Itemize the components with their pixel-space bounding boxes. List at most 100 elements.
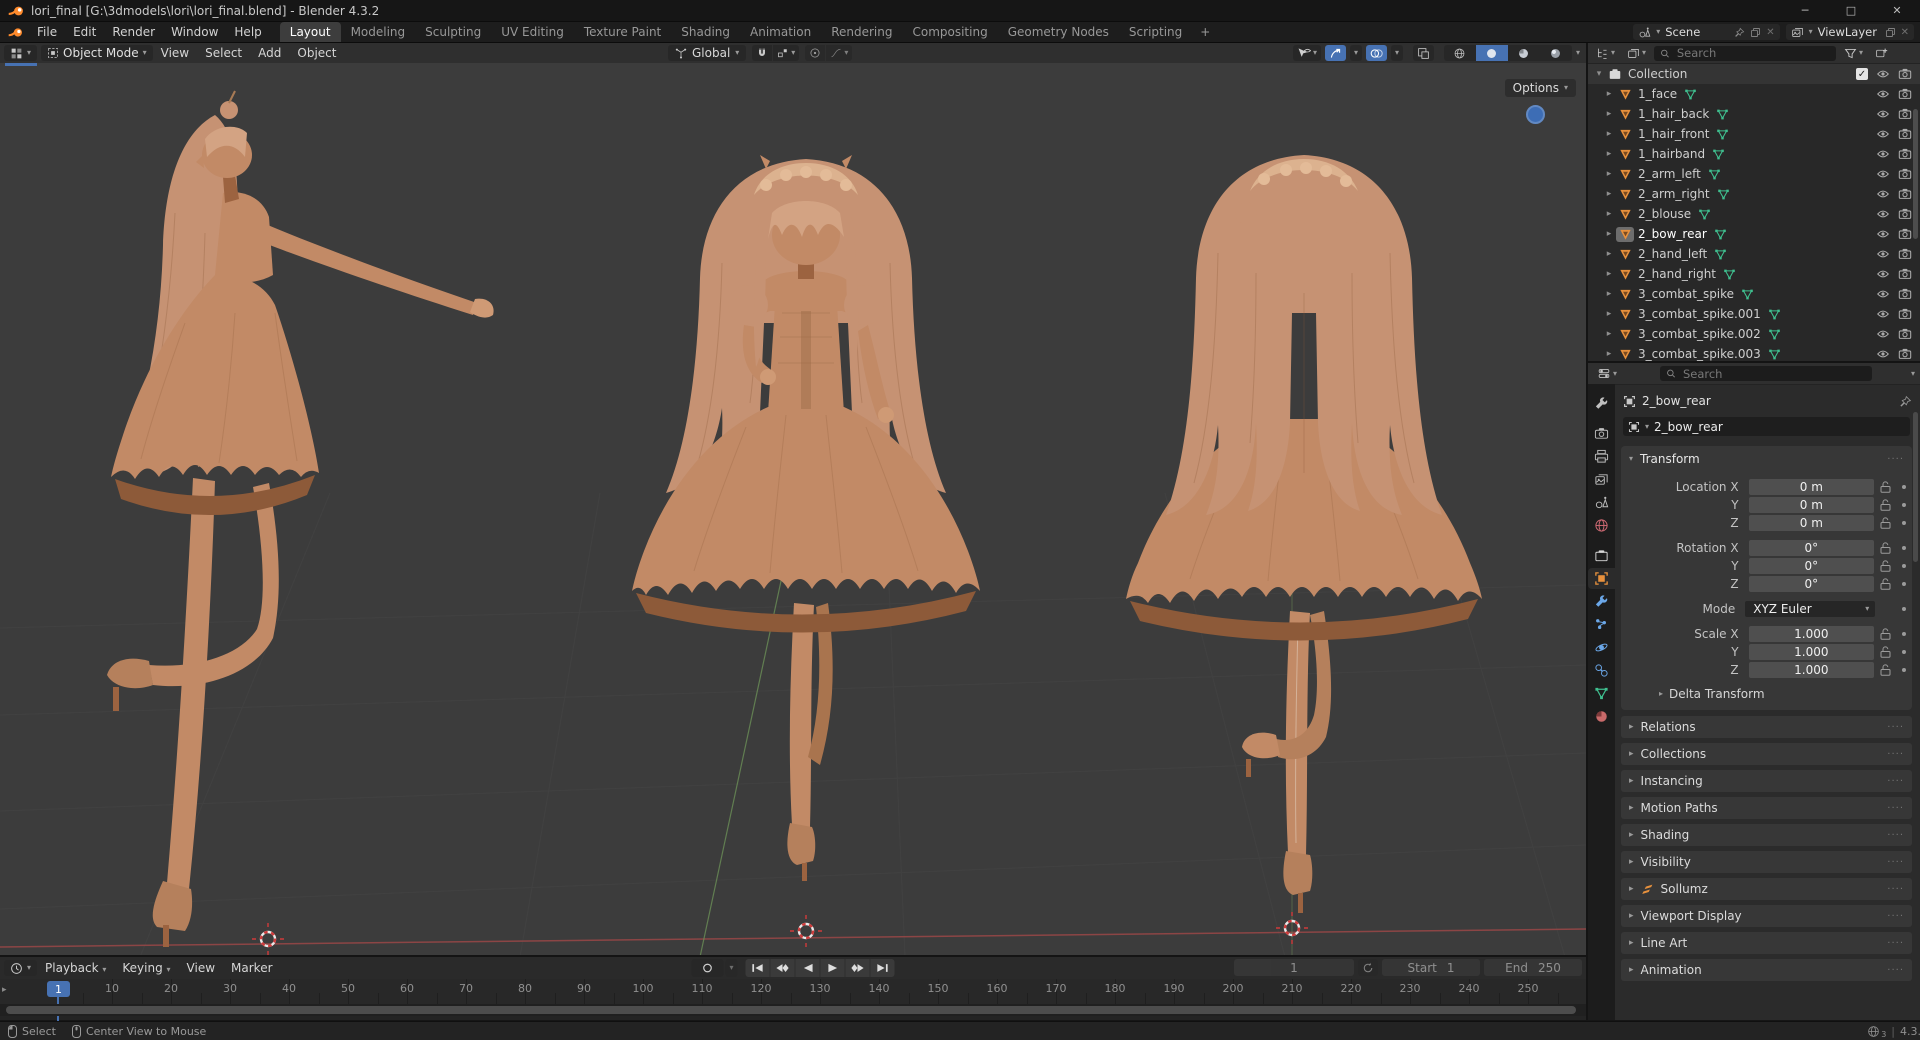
section-line-art[interactable]: ▸ Line Art ···· — [1621, 932, 1912, 954]
hide-eye-icon[interactable] — [1876, 107, 1890, 121]
properties-tab-world[interactable] — [1588, 515, 1615, 536]
outliner-item[interactable]: ▸ 2_arm_left — [1588, 164, 1920, 184]
outliner-filter-button[interactable]: ▾ — [1840, 45, 1867, 61]
show-gizmo-toggle[interactable] — [1325, 45, 1346, 61]
current-frame-indicator[interactable]: 1 — [47, 981, 70, 997]
gizmo-dropdown[interactable]: ▾ — [1350, 45, 1362, 61]
viewport-scene[interactable] — [0, 63, 1586, 957]
outliner-item[interactable]: ▸ 2_hand_right — [1588, 264, 1920, 284]
hide-eye-icon[interactable] — [1876, 227, 1890, 241]
properties-options-dropdown[interactable]: ▾ — [1911, 370, 1915, 378]
section-relations[interactable]: ▸ Relations ···· — [1621, 716, 1912, 738]
section-instancing[interactable]: ▸ Instancing ···· — [1621, 770, 1912, 792]
hide-eye-icon[interactable] — [1876, 127, 1890, 141]
use-preview-range-toggle[interactable] — [1358, 959, 1378, 976]
start-frame-field[interactable]: Start1 — [1382, 959, 1480, 976]
properties-tab-output[interactable] — [1588, 446, 1615, 467]
collapse-icon[interactable]: ▾ — [1592, 69, 1606, 79]
outliner-item[interactable]: ▸ 1_hair_front — [1588, 124, 1920, 144]
expand-icon[interactable]: ▸ — [1602, 109, 1616, 119]
drag-handle-icon[interactable]: ···· — [1887, 830, 1904, 841]
transform-value-field[interactable]: 0° — [1749, 576, 1875, 592]
section-visibility[interactable]: ▸ Visibility ···· — [1621, 851, 1912, 873]
lock-icon[interactable] — [1874, 664, 1896, 676]
properties-tab-particles[interactable] — [1588, 614, 1615, 635]
timeline-menu-keying[interactable]: Keying ▾ — [114, 961, 178, 975]
hide-eye-icon[interactable] — [1876, 147, 1890, 161]
disable-render-icon[interactable] — [1898, 347, 1912, 361]
hide-eye-icon[interactable] — [1876, 167, 1890, 181]
section-sollumz[interactable]: ▸ Sollumz ···· — [1621, 878, 1912, 900]
section-animation[interactable]: ▸ Animation ···· — [1621, 959, 1912, 981]
properties-tab-constraints[interactable] — [1588, 660, 1615, 681]
workspace-tab-scripting[interactable]: Scripting — [1119, 22, 1192, 42]
timeline-expand-arrow[interactable]: ▸ — [2, 985, 7, 995]
drag-handle-icon[interactable]: ···· — [1887, 884, 1904, 895]
timeline-editor-type[interactable]: ▾ — [4, 960, 37, 976]
mode-selector[interactable]: Object Mode ▾ — [41, 45, 153, 61]
menu-window[interactable]: Window — [163, 22, 226, 42]
expand-icon[interactable]: ▸ — [1602, 349, 1616, 359]
outliner-search-input[interactable] — [1675, 45, 1830, 61]
hide-eye-icon[interactable] — [1876, 347, 1890, 361]
disable-render-icon[interactable] — [1898, 247, 1912, 261]
animate-decorator[interactable] — [1896, 564, 1912, 568]
outliner-scrollbar[interactable] — [1913, 109, 1918, 239]
outliner-item[interactable]: ▸ 3_combat_spike.002 — [1588, 324, 1920, 344]
expand-icon[interactable]: ▸ — [1602, 149, 1616, 159]
outliner-item[interactable]: ▸ 3_combat_spike.001 — [1588, 304, 1920, 324]
lock-icon[interactable] — [1874, 499, 1896, 511]
model-back-view[interactable] — [1126, 155, 1482, 913]
lock-icon[interactable] — [1874, 578, 1896, 590]
next-keyframe-button[interactable] — [846, 959, 871, 977]
outliner-item[interactable]: ▸ 1_hair_back — [1588, 104, 1920, 124]
expand-icon[interactable]: ▸ — [1602, 169, 1616, 179]
new-collection-button[interactable] — [1871, 45, 1892, 61]
timeline-menu-marker[interactable]: Marker — [223, 961, 280, 975]
expand-icon[interactable]: ▸ — [1602, 189, 1616, 199]
animate-decorator[interactable] — [1896, 503, 1912, 507]
workspace-tab-sculpting[interactable]: Sculpting — [415, 22, 491, 42]
animate-decorator[interactable] — [1896, 485, 1912, 489]
outliner-item[interactable]: ▸ 2_bow_rear — [1588, 224, 1920, 244]
panel-divider-vertical[interactable] — [1586, 43, 1588, 1020]
expand-icon[interactable]: ▸ — [1602, 129, 1616, 139]
workspace-tab-modeling[interactable]: Modeling — [341, 22, 416, 42]
hide-eye-icon[interactable] — [1876, 87, 1890, 101]
lock-icon[interactable] — [1874, 560, 1896, 572]
jump-to-end-button[interactable] — [871, 959, 895, 977]
auto-keying-dropdown[interactable]: ▾ — [725, 959, 737, 977]
properties-tab-viewlayer[interactable] — [1588, 469, 1615, 490]
proportional-editing-toggle[interactable] — [805, 45, 825, 61]
expand-icon[interactable]: ▸ — [1602, 269, 1616, 279]
outliner-item[interactable]: ▸ 1_face — [1588, 84, 1920, 104]
disable-render-icon[interactable] — [1898, 327, 1912, 341]
lock-icon[interactable] — [1874, 646, 1896, 658]
viewport-menu-object[interactable]: Object — [289, 46, 344, 60]
disable-render-icon[interactable] — [1898, 287, 1912, 301]
outliner-display-mode[interactable]: ▾ — [1592, 45, 1619, 61]
viewport-canvas[interactable]: Options ▾ — [0, 63, 1586, 957]
properties-tab-material[interactable] — [1588, 706, 1615, 727]
transform-value-field[interactable]: 0° — [1749, 540, 1875, 556]
properties-scrollbar[interactable] — [1913, 412, 1918, 562]
unlink-scene-icon[interactable]: ✕ — [1766, 27, 1774, 38]
drag-handle-icon[interactable]: ···· — [1887, 857, 1904, 868]
shading-solid[interactable] — [1476, 45, 1508, 61]
snap-settings[interactable]: ▾ — [773, 45, 799, 61]
blender-app-menu-icon[interactable] — [0, 27, 29, 38]
outliner-collection-row[interactable]: ▾ Collection ✓ — [1588, 64, 1920, 84]
transform-value-field[interactable]: 1.000 — [1749, 626, 1875, 642]
animate-decorator[interactable] — [1896, 582, 1912, 586]
workspace-tab-shading[interactable]: Shading — [671, 22, 740, 42]
shading-dropdown[interactable]: ▾ — [1576, 49, 1580, 57]
transform-value-field[interactable]: 0 m — [1749, 515, 1875, 531]
outliner-item[interactable]: ▸ 1_hairband — [1588, 144, 1920, 164]
properties-tab-modifiers[interactable] — [1588, 591, 1615, 612]
animate-decorator[interactable] — [1896, 632, 1912, 636]
pin-icon[interactable] — [1899, 395, 1912, 408]
drag-handle-icon[interactable]: ···· — [1887, 722, 1904, 733]
timeline-scrollbar-pill[interactable] — [6, 1006, 1576, 1014]
timeline-menu-view[interactable]: View — [179, 961, 223, 975]
properties-tab-physics[interactable] — [1588, 637, 1615, 658]
